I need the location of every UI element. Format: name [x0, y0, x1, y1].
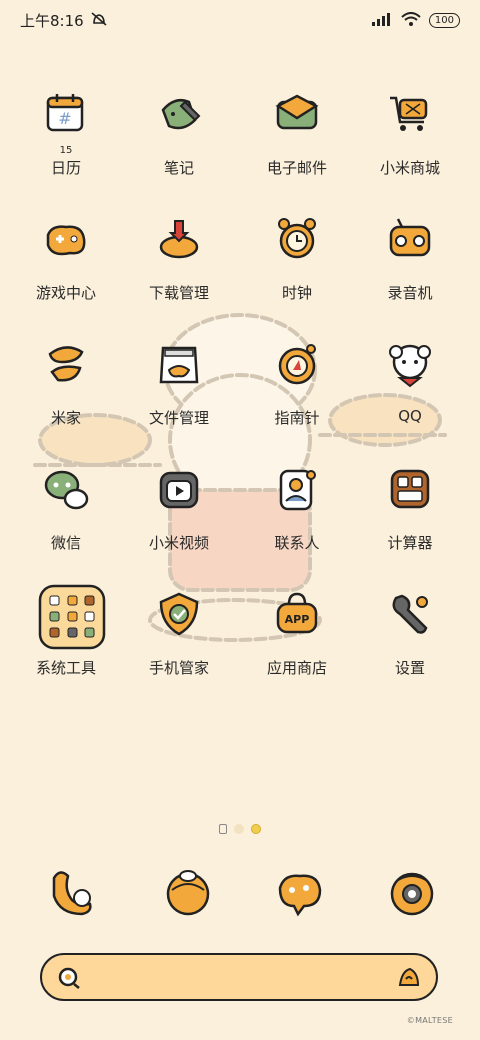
app-mijia[interactable]: 米家 — [6, 340, 126, 450]
browser-bread-icon[interactable] — [274, 866, 326, 918]
messages-bread-icon[interactable] — [162, 866, 214, 918]
app-label: QQ — [398, 407, 422, 425]
page-dot — [234, 824, 244, 834]
app-clock[interactable]: 时钟 — [237, 215, 357, 325]
wechat-icon — [44, 470, 89, 510]
app-label: 设置 — [394, 659, 425, 677]
contacts-icon — [279, 469, 316, 511]
app-label: 游戏中心 — [35, 284, 96, 302]
app-label: 文件管理 — [148, 409, 209, 427]
app-label: 手机管家 — [148, 659, 209, 677]
app-wechat[interactable]: 微信 — [6, 465, 126, 575]
watermark: ©MALTESE — [406, 1016, 453, 1025]
search-input[interactable] — [92, 963, 386, 993]
download-icon — [159, 220, 199, 259]
phone-dog-icon[interactable] — [46, 866, 98, 918]
search-icon — [58, 967, 80, 989]
signal-icon — [371, 11, 393, 30]
app-calendar[interactable]: # 15 日历 — [6, 90, 126, 200]
app-label: 下载管理 — [148, 284, 209, 302]
recorder-icon — [389, 218, 431, 257]
app-calculator[interactable]: 计算器 — [350, 465, 470, 575]
video-icon — [159, 471, 199, 509]
app-game-center[interactable]: 游戏中心 — [6, 215, 126, 325]
mijia-icon — [48, 346, 84, 382]
folder-system-tools[interactable]: 系统工具 — [6, 584, 126, 700]
app-label: 小米商城 — [379, 159, 440, 177]
app-label: 系统工具 — [35, 659, 96, 677]
app-mail[interactable]: 电子邮件 — [237, 90, 357, 200]
shopping-cart-icon — [390, 96, 428, 131]
app-label: 指南针 — [274, 409, 320, 427]
app-security[interactable]: 手机管家 — [119, 590, 239, 700]
home-indicator-icon — [219, 824, 227, 834]
folder-icon — [38, 584, 106, 650]
app-label: 微信 — [50, 534, 81, 552]
page-dot-active — [251, 824, 261, 834]
app-mi-video[interactable]: 小米视频 — [119, 465, 239, 575]
page-indicator[interactable] — [0, 824, 480, 834]
calculator-icon — [390, 469, 430, 509]
app-settings[interactable]: 设置 — [350, 590, 470, 700]
clock-time: 上午8:16 — [20, 12, 84, 30]
qq-dog-icon — [389, 344, 431, 388]
app-label: 联系人 — [274, 534, 320, 552]
app-label: 米家 — [50, 409, 81, 427]
dock — [0, 866, 480, 926]
app-store-bag-icon: APP — [276, 592, 318, 634]
status-bar: 上午8:16 100 — [0, 0, 480, 40]
svg-text:#: # — [58, 109, 71, 128]
app-qq[interactable]: QQ — [350, 340, 470, 450]
notes-icon — [161, 99, 201, 130]
app-compass[interactable]: 指南针 — [237, 340, 357, 450]
settings-wrench-icon — [392, 594, 428, 634]
app-label: 应用商店 — [266, 659, 327, 677]
mail-icon — [275, 94, 319, 130]
alarm-clock-icon — [278, 218, 316, 259]
camera-icon[interactable] — [386, 866, 438, 918]
game-controller-icon — [46, 225, 86, 256]
app-contacts[interactable]: 联系人 — [237, 465, 357, 575]
app-mi-store[interactable]: 小米商城 — [350, 90, 470, 200]
app-label: 计算器 — [387, 534, 433, 552]
app-label: 电子邮件 — [266, 159, 327, 177]
calendar-icon: # — [46, 94, 84, 132]
battery-icon: 100 — [428, 13, 460, 28]
file-bag-icon — [159, 346, 199, 384]
compass-icon — [278, 344, 316, 385]
mute-bell-icon — [90, 11, 108, 31]
app-recorder[interactable]: 录音机 — [350, 215, 470, 325]
app-label: 笔记 — [163, 159, 194, 177]
app-downloads[interactable]: 下载管理 — [119, 215, 239, 325]
app-notes[interactable]: 笔记 — [119, 90, 239, 200]
app-label: 录音机 — [387, 284, 433, 302]
wifi-icon — [401, 11, 421, 30]
svg-text:APP: APP — [285, 613, 310, 626]
app-label: 时钟 — [281, 284, 312, 302]
search-bar[interactable] — [40, 953, 438, 1001]
app-app-store[interactable]: APP 应用商店 — [237, 590, 357, 700]
voice-search-icon[interactable] — [396, 965, 422, 991]
security-shield-icon — [159, 592, 199, 636]
app-label: 小米视频 — [148, 534, 209, 552]
app-label: 日历 — [50, 159, 81, 177]
calendar-date: 15 — [59, 145, 73, 156]
app-file-manager[interactable]: 文件管理 — [119, 340, 239, 450]
